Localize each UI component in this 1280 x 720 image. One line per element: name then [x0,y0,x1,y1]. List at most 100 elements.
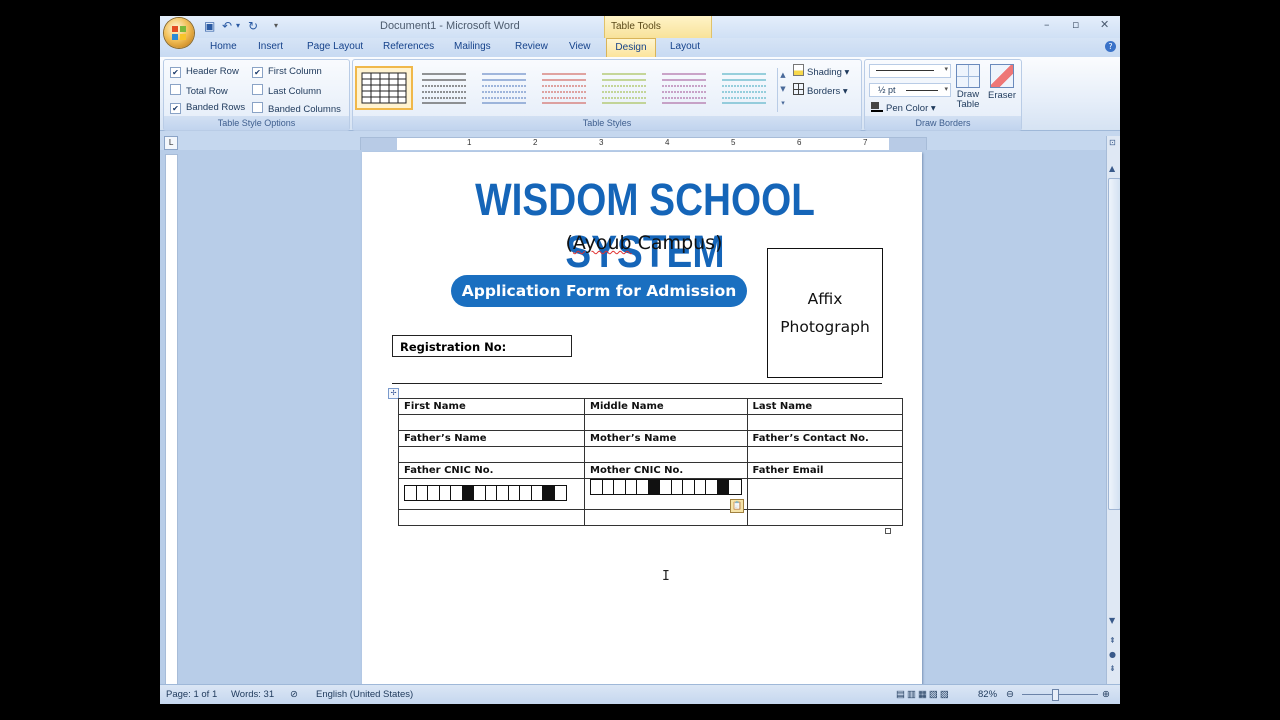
tab-review[interactable]: Review [515,41,548,52]
banded-rows-label: Banded Rows [186,102,246,113]
table-cell[interactable] [746,446,903,463]
tab-home[interactable]: Home [210,41,237,52]
scroll-up-icon[interactable]: ▲ [1109,164,1115,173]
first-column-checkbox[interactable]: ✔ First Column [252,66,322,78]
vertical-ruler[interactable] [165,154,178,686]
photo-line-1: Affix [807,290,843,308]
horizontal-ruler[interactable]: 1 2 3 4 5 6 7 [360,137,927,151]
word-count[interactable]: Words: 31 [231,689,274,700]
scrollbar-thumb[interactable] [1108,178,1120,510]
table-cell[interactable]: Mother CNIC No. [584,462,748,479]
pen-style-dropdown[interactable]: ▾ [869,64,951,78]
table-cell[interactable]: Middle Name [584,398,748,415]
table-row [398,478,903,510]
banded-rows-checkbox[interactable]: ✔ Banded Rows [170,102,245,114]
table-resize-handle[interactable] [885,528,891,534]
next-page-icon[interactable]: ⇟ [1109,664,1116,673]
save-icon[interactable]: ▣ [204,19,215,33]
gallery-scroll-buttons[interactable]: ▲ ▼ ▾ [777,68,788,112]
table-grid-icon [722,73,766,104]
shading-button[interactable]: Shading ▾ [793,64,849,78]
table-cell[interactable]: Father’s Name [398,430,585,447]
table-style-swatch[interactable] [355,66,413,110]
table-cell[interactable] [584,478,748,510]
scroll-down-icon[interactable]: ▼ [1109,616,1115,625]
table-cell[interactable] [398,509,585,526]
vertical-scrollbar[interactable]: ⊡ ▲ ▼ ⇞ ● ⇟ [1106,136,1120,684]
tab-view[interactable]: View [569,41,591,52]
zoom-in-icon[interactable]: ⊕ [1102,689,1110,700]
undo-dropdown-icon[interactable]: ▾ [236,19,240,33]
ruler-right-margin [889,138,926,150]
banded-columns-checkbox[interactable]: Banded Columns [252,102,341,115]
photo-box: Affix Photograph [767,248,883,378]
proofing-icon[interactable]: ⊘ [290,689,298,700]
table-style-swatch[interactable] [477,68,531,108]
tab-layout[interactable]: Layout [670,41,700,52]
redo-icon[interactable]: ↻ [248,19,258,33]
tab-selector[interactable]: L [164,136,178,150]
page-count[interactable]: Page: 1 of 1 [166,689,217,700]
ruler-toggle-icon[interactable]: ⊡ [1109,138,1116,147]
office-logo-icon [172,26,186,40]
language-status[interactable]: English (United States) [316,689,413,700]
table-cell[interactable] [746,509,903,526]
paste-options-icon[interactable]: 📋 [730,499,744,513]
pen-weight-dropdown[interactable]: ½ pt ▾ [869,83,951,97]
table-cell[interactable] [584,414,748,431]
zoom-slider[interactable] [1022,689,1098,701]
table-row [398,446,903,463]
document-page[interactable]: WISDOM SCHOOL SYSTEM (Ayoub Campus) Appl… [362,152,922,692]
close-button[interactable]: ✕ [1100,18,1109,31]
table-cell[interactable]: Last Name [746,398,903,415]
eraser-button[interactable]: Eraser [987,64,1017,101]
table-cell[interactable]: First Name [398,398,585,415]
checkbox-checked-icon: ✔ [170,67,181,78]
table-cell[interactable] [398,414,585,431]
table-cell[interactable] [398,446,585,463]
help-icon[interactable]: ? [1105,41,1116,52]
table-style-swatch[interactable] [717,68,771,108]
table-style-swatch[interactable] [417,68,471,108]
table-style-swatch[interactable] [537,68,591,108]
pen-color-button[interactable]: Pen Color ▾ [871,102,936,114]
borders-button[interactable]: Borders ▾ [793,83,848,97]
header-row-checkbox[interactable]: ✔ Header Row [170,66,239,78]
pen-icon [871,102,883,112]
tab-page-layout[interactable]: Page Layout [307,41,363,52]
zoom-out-icon[interactable]: ⊖ [1006,689,1014,700]
table-cell[interactable]: Mother’s Name [584,430,748,447]
table-style-swatch[interactable] [597,68,651,108]
total-row-checkbox[interactable]: Total Row [170,84,228,97]
table-cell[interactable] [398,478,585,510]
cnic-boxes-mother [590,479,742,495]
tab-mailings[interactable]: Mailings [454,41,491,52]
tab-insert[interactable]: Insert [258,41,283,52]
view-buttons[interactable]: ▤▥▦▧▨ [896,689,951,700]
table-cell[interactable]: Father Email [746,462,903,479]
table-cell[interactable] [584,509,748,526]
last-column-checkbox[interactable]: Last Column [252,84,321,97]
minimize-button[interactable]: – [1044,18,1050,31]
pen-color-label: Pen Color [886,103,929,114]
checkbox-checked-icon: ✔ [170,103,181,114]
office-button[interactable] [164,18,194,48]
table-cell[interactable]: Father’s Contact No. [746,430,903,447]
table-cell[interactable] [584,446,748,463]
tab-design[interactable]: Design [606,38,656,57]
zoom-slider-thumb[interactable] [1052,689,1059,701]
table-cell[interactable] [746,478,903,510]
zoom-level[interactable]: 82% [978,689,997,700]
table-style-swatch[interactable] [657,68,711,108]
table-cell[interactable] [746,414,903,431]
draw-table-button[interactable]: Draw Table [955,64,981,110]
select-browse-object-icon[interactable]: ● [1109,650,1116,659]
registration-box: Registration No: [392,335,572,357]
previous-page-icon[interactable]: ⇞ [1109,636,1116,645]
undo-icon[interactable]: ↶ [222,19,232,33]
customize-qat-icon[interactable]: ▾ [274,19,278,33]
tab-references[interactable]: References [383,41,434,52]
table-cell[interactable]: Father CNIC No. [398,462,585,479]
banded-columns-label: Banded Columns [268,104,341,115]
restore-button[interactable]: ▫ [1072,18,1079,31]
